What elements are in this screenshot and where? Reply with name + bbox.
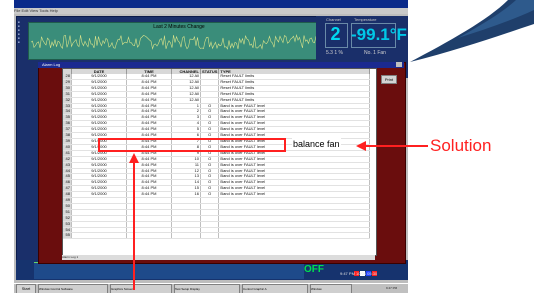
- alarm-log-title: Alarm Log: [42, 62, 61, 67]
- cell-time: [126, 232, 172, 240]
- taskbar-item[interactable]: Window: [310, 284, 352, 293]
- print-button[interactable]: Print: [381, 75, 397, 84]
- highlight-box: [98, 138, 286, 152]
- taskbar-item[interactable]: Test Setup Display: [174, 284, 240, 293]
- temperature-display-value: -99.1°F: [351, 25, 407, 44]
- table-row[interactable]: 55: [63, 232, 371, 240]
- app-menu-bar[interactable]: File Edit View Tools Help: [14, 8, 408, 14]
- close-icon[interactable]: [396, 62, 402, 67]
- side-scale: ■ ■ ■ ■ ■ ■: [18, 20, 20, 44]
- cell-channel: [171, 232, 201, 240]
- corner-swoosh-decoration: [410, 0, 534, 62]
- trend-panel: Last 2 Minutes Change: [28, 22, 330, 60]
- status-off-indicator: OFF: [304, 264, 324, 275]
- taskbar-item[interactable]: Window Control Software: [38, 284, 108, 293]
- channel-display-label: Channel: [326, 17, 341, 22]
- alarm-table-grid: DATE TIME CHANNEL STATUS TYPE 28 9/1/2000…: [63, 69, 371, 240]
- alarm-log-scrollbar[interactable]: Alarm Log 1: [62, 255, 375, 260]
- cell-type: [218, 232, 371, 240]
- alarm-log-table: DATE TIME CHANNEL STATUS TYPE 28 9/1/2000…: [62, 68, 377, 256]
- column-header-status[interactable]: STATUS: [200, 69, 220, 74]
- trend-waveform: [30, 33, 327, 50]
- bottom-axis-track: [34, 262, 304, 279]
- temperature-display-label: Temperature: [354, 17, 377, 22]
- row-number: 55: [63, 232, 72, 240]
- taskbar-item[interactable]: Graphics Screen: [110, 284, 172, 293]
- solution-label: Solution: [430, 136, 492, 155]
- taskbar-clock: 9:47 PM: [386, 286, 398, 290]
- cell-status: [200, 232, 220, 240]
- right-caption-right: No. 1 Fan: [364, 50, 386, 56]
- balance-fan-callout: balance fan: [292, 138, 341, 150]
- app-title-bar: Alarm Log - Window Control Software: [14, 0, 408, 15]
- channel-display-value: 2: [330, 24, 341, 44]
- status-clock: 9:47 PM 10/04 05:30: [340, 271, 378, 276]
- cell-date: [71, 232, 127, 240]
- right-caption-left: 5.3 1 %: [326, 50, 343, 56]
- taskbar-item[interactable]: Control Graphic A: [242, 284, 308, 293]
- start-button[interactable]: Start: [16, 284, 36, 293]
